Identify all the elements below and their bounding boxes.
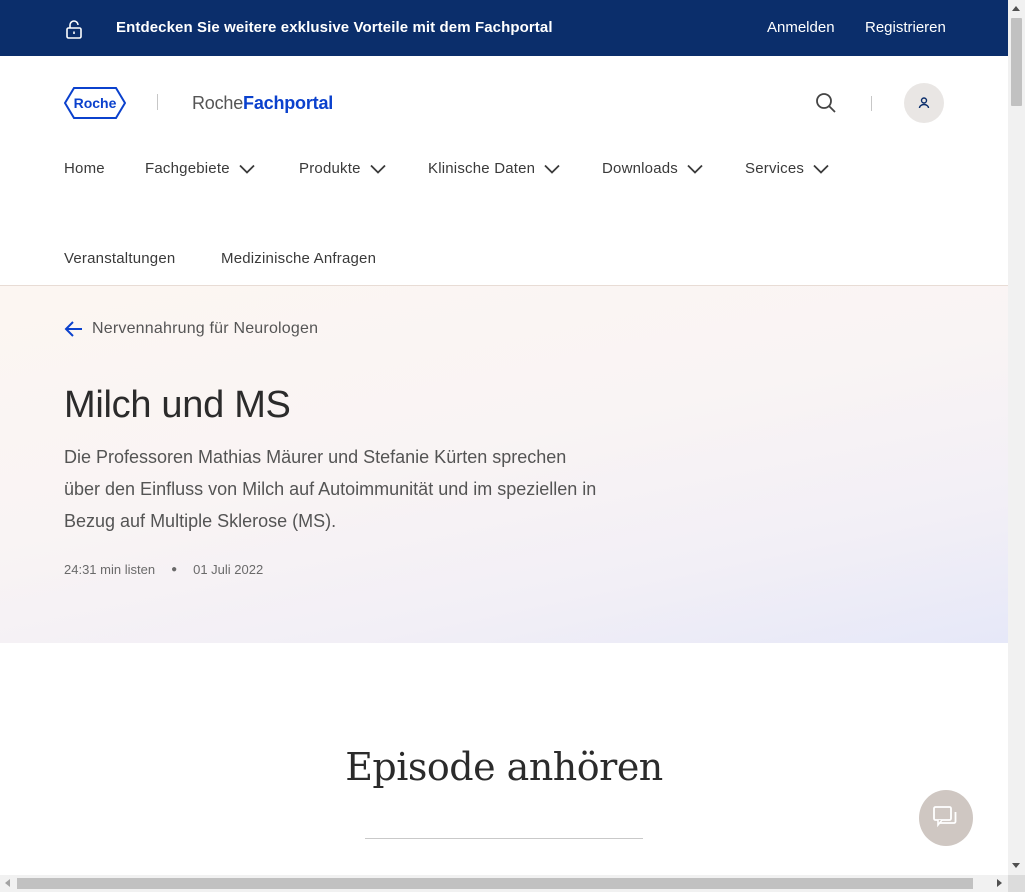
logo-divider <box>157 94 158 110</box>
site-header: Roche RocheFachportal Home Fachgebiete P… <box>0 56 1008 286</box>
unlock-icon <box>66 20 82 39</box>
scroll-right-arrow[interactable] <box>997 879 1002 887</box>
arrow-left-icon <box>64 321 82 337</box>
brand-prefix: Roche <box>192 93 244 113</box>
hero-section: Nervennahrung für Neurologen Milch und M… <box>0 286 1008 643</box>
chevron-down-icon <box>239 164 255 174</box>
nav-item-label: Klinische Daten <box>428 160 536 177</box>
back-link[interactable]: Nervennahrung für Neurologen <box>64 320 318 338</box>
vertical-scrollbar[interactable] <box>1008 0 1025 875</box>
scrollbar-thumb[interactable] <box>1011 18 1022 106</box>
header-divider <box>871 96 872 111</box>
chevron-down-icon <box>544 164 560 174</box>
separator-dot: ● <box>171 564 178 575</box>
back-link-label: Nervennahrung für Neurologen <box>92 320 319 337</box>
brand-suffix: Fachportal <box>243 93 334 113</box>
page-title: Milch und MS <box>64 384 291 426</box>
horizontal-scrollbar[interactable] <box>0 875 1008 892</box>
chat-button[interactable] <box>919 790 973 846</box>
login-link[interactable]: Anmelden <box>767 19 835 36</box>
promo-bar: Entdecken Sie weitere exklusive Vorteile… <box>0 0 1008 56</box>
section-divider <box>365 838 643 839</box>
date-text: 01 Juli 2022 <box>193 562 264 577</box>
scroll-left-arrow[interactable] <box>5 879 10 887</box>
duration-text: 24:31 min listen <box>64 562 156 577</box>
promo-text: Entdecken Sie weitere exklusive Vorteile… <box>116 19 553 36</box>
search-icon[interactable] <box>815 92 837 114</box>
nav-item-fachgebiete[interactable]: Fachgebiete <box>145 160 255 177</box>
nav-item-downloads[interactable]: Downloads <box>602 160 703 177</box>
user-account-button[interactable] <box>904 83 944 123</box>
nav-item-label: Home <box>64 160 105 177</box>
chat-icon <box>933 806 957 828</box>
scrollbar-thumb[interactable] <box>17 878 973 889</box>
nav-item-produkte[interactable]: Produkte <box>299 160 386 177</box>
roche-logo[interactable]: Roche <box>64 86 126 120</box>
scroll-down-arrow[interactable] <box>1012 863 1020 868</box>
nav-item-medizinische-anfragen[interactable]: Medizinische Anfragen <box>221 250 376 267</box>
nav-item-label: Fachgebiete <box>145 160 230 177</box>
register-link[interactable]: Registrieren <box>865 19 946 36</box>
nav-item-veranstaltungen[interactable]: Veranstaltungen <box>64 250 175 267</box>
nav-item-label: Downloads <box>602 160 679 177</box>
nav-item-label: Produkte <box>299 160 361 177</box>
brand-name[interactable]: RocheFachportal <box>192 93 333 114</box>
episode-meta: 24:31 min listen ● 01 Juli 2022 <box>64 562 263 577</box>
user-icon <box>918 97 930 109</box>
page-description: Die Professoren Mathias Mäurer und Stefa… <box>64 447 597 531</box>
episode-heading: Episode anhören <box>345 745 663 789</box>
nav-item-home[interactable]: Home <box>64 160 105 177</box>
nav-item-services[interactable]: Services <box>745 160 829 177</box>
chevron-down-icon <box>370 164 386 174</box>
chevron-down-icon <box>813 164 829 174</box>
scroll-up-arrow[interactable] <box>1012 6 1020 11</box>
nav-item-label: Services <box>745 160 805 177</box>
nav-item-klinische-daten[interactable]: Klinische Daten <box>428 160 560 177</box>
chevron-down-icon <box>687 164 703 174</box>
logo-text: Roche <box>74 95 117 111</box>
scrollbar-corner <box>1008 875 1025 892</box>
